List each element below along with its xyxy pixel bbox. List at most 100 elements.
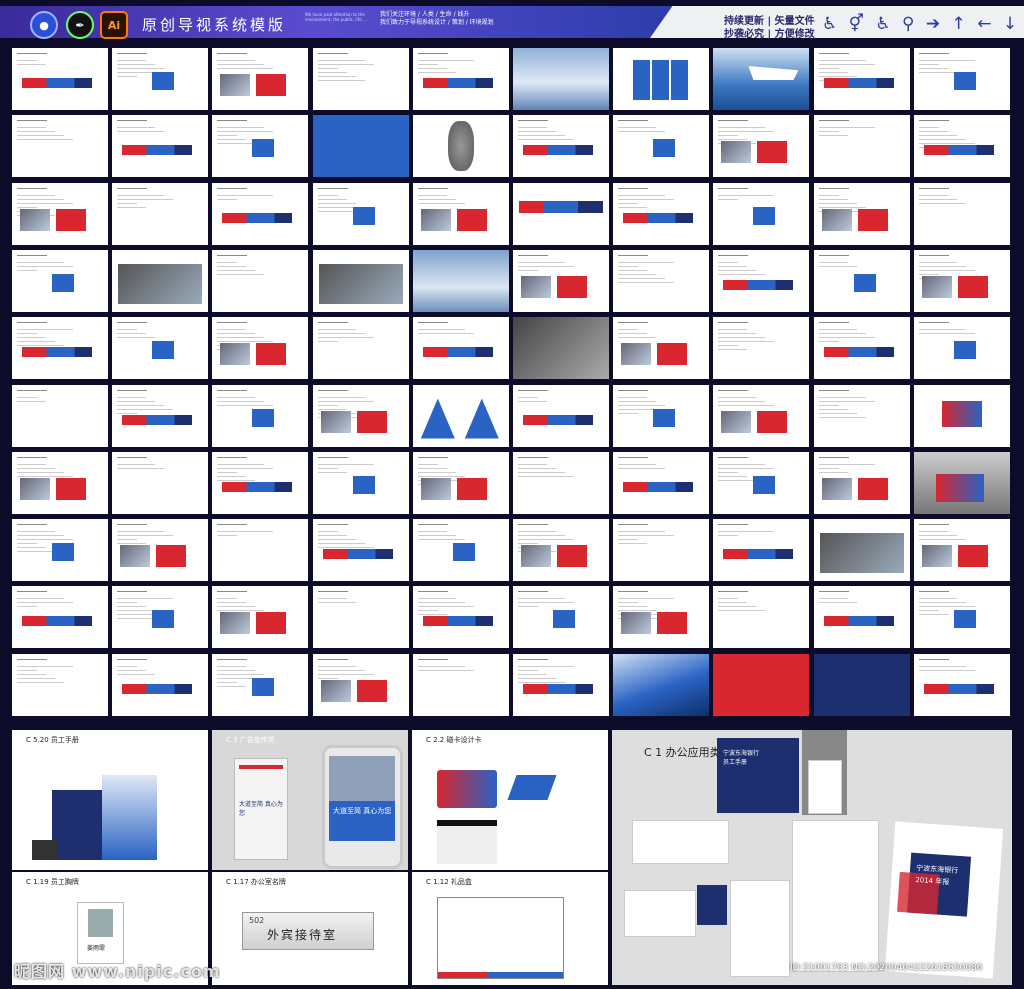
- manual-page-thumbnail: [412, 182, 509, 245]
- manual-page-thumbnail: [813, 249, 910, 312]
- manual-page-thumbnail: [412, 451, 509, 514]
- letterhead: [792, 820, 879, 972]
- header-subtitle-en: We have paid attention to the environmen…: [305, 12, 368, 22]
- panel-caption: C 1.19 员工胸牌: [26, 878, 79, 886]
- manual-page-thumbnail: [212, 653, 309, 716]
- manual-page-thumbnail: [12, 519, 108, 582]
- manual-page-thumbnail: [412, 48, 509, 110]
- manual-page-thumbnail: [312, 249, 409, 312]
- manual-page-thumbnail: [312, 586, 409, 649]
- manual-cover: [52, 790, 102, 860]
- manual-page-thumbnail: [913, 115, 1010, 178]
- manual-page-thumbnail: [312, 384, 409, 447]
- manual-page-thumbnail: [813, 115, 910, 178]
- manual-page-thumbnail: [12, 249, 108, 312]
- panel-caption: C 1.12 礼品盒: [426, 878, 472, 886]
- manual-page-thumbnail: [312, 653, 409, 716]
- manual-page-thumbnail: [613, 653, 710, 716]
- manual-page-thumbnail: [412, 249, 509, 312]
- manual-page-thumbnail: [412, 317, 509, 380]
- manual-page-thumbnail: [913, 249, 1010, 312]
- illustrator-icon: Ai: [100, 11, 128, 39]
- manual-page-thumbnail: [913, 48, 1010, 110]
- manual-page-thumbnail: [713, 115, 810, 178]
- panel-caption: C 1 办公应用类: [644, 746, 721, 759]
- panel-advertising: C 3 广告宣传类 大道至简 真心为您 大道至简 真心为您: [212, 730, 408, 870]
- manual-page-thumbnail: [112, 653, 209, 716]
- panel-caption: C 3 广告宣传类: [226, 736, 275, 744]
- manual-page-thumbnail: [112, 384, 209, 447]
- manual-page-thumbnail: [12, 182, 108, 245]
- manual-page-thumbnail: [513, 586, 609, 649]
- card-perspective: [507, 775, 557, 800]
- lightbox-stand-2: 大道至简 真心为您: [322, 745, 403, 869]
- manual-page-thumbnail: [212, 115, 309, 178]
- manual-page-thumbnail: [112, 48, 209, 110]
- bank-card-front: [437, 770, 497, 808]
- header-subtitle-cn-2: 我们致力于导视系统设计 / 策划 / 环境规划: [380, 19, 494, 26]
- manual-page-thumbnail: [613, 451, 710, 514]
- business-card-2: [697, 885, 727, 925]
- watermark: 昵图网 www.nipic.com: [14, 962, 221, 981]
- manual-page-thumbnail: [513, 48, 609, 110]
- manual-page-thumbnail: [12, 586, 108, 649]
- manual-bank-name: 宁波东海银行: [723, 750, 760, 757]
- panel-staff-manual: C 5.20 员工手册: [12, 730, 208, 870]
- manual-page-thumbnail: [212, 451, 309, 514]
- manual-page-thumbnail: [12, 48, 108, 110]
- manual-page-thumbnail: [913, 182, 1010, 245]
- manual-page-thumbnail: [913, 317, 1010, 380]
- manual-page-thumbnail: [813, 384, 910, 447]
- header-subtitle-cn: 我们关注环境 / 人类 / 生命 / 线升 我们致力于导视系统设计 / 策划 /…: [380, 11, 494, 27]
- manual-page-thumbnail: [613, 249, 710, 312]
- manual-page-thumbnail: [913, 653, 1010, 716]
- manual-title: 员工手册: [723, 759, 748, 766]
- manual-page-thumbnail: [412, 653, 509, 716]
- manual-page-thumbnail: [312, 451, 409, 514]
- manual-page-thumbnail: [913, 384, 1010, 447]
- manual-page-thumbnail: [913, 586, 1010, 649]
- manual-page-thumbnail: [513, 519, 609, 582]
- header-tag-2: 抄袭必究 | 方便修改: [724, 29, 815, 40]
- panel-caption: C 1.17 办公室名牌: [226, 878, 286, 886]
- manual-page-thumbnail: [312, 115, 409, 178]
- manual-page-thumbnail: [412, 519, 509, 582]
- manual-page-thumbnail: [713, 653, 810, 716]
- manual-page-thumbnail: [813, 653, 910, 716]
- manual-page-thumbnail: [212, 317, 309, 380]
- panel-caption: C 5.20 员工手册: [26, 736, 79, 744]
- manual-page-thumbnail: [713, 48, 810, 110]
- manual-page-thumbnail: [913, 519, 1010, 582]
- manual-page-thumbnail: [613, 317, 710, 380]
- panel-office-stationery: C 1 办公应用类 宁波东海银行 员工手册 宁波东海银行 2014 年报: [612, 730, 1012, 985]
- manual-page-thumbnail: [212, 249, 309, 312]
- manual-page-thumbnail: [112, 115, 209, 178]
- manual-page-thumbnail: [813, 451, 910, 514]
- manual-page-thumbnail: [613, 48, 710, 110]
- manual-page-thumbnail: [212, 586, 309, 649]
- envelope-2: [730, 880, 790, 977]
- manual-page-thumbnail: [613, 384, 710, 447]
- lightbox-slogan-2: 大道至简 真心为您: [333, 807, 392, 815]
- manual-page-thumbnail: [713, 182, 810, 245]
- manual-page-thumbnail: [713, 317, 810, 380]
- panel-caption: C 2.2 磁卡设计卡: [426, 736, 482, 744]
- lightbox-slogan: 大道至简 真心为您: [239, 801, 283, 817]
- business-card-1: [624, 890, 696, 937]
- manual-page-thumbnail: [813, 48, 910, 110]
- manual-page-thumbnail: [513, 249, 609, 312]
- manual-page-thumbnail: [312, 317, 409, 380]
- manual-page-thumbnail: [513, 384, 609, 447]
- room-name: 外宾接待室: [267, 928, 338, 942]
- manual-page-thumbnail: [12, 317, 108, 380]
- manual-page-thumbnail: [513, 317, 609, 380]
- manual-page-thumbnail: [412, 586, 509, 649]
- badge-name: 姜雨霏: [87, 945, 106, 952]
- lightbox-stand-1: 大道至简 真心为您: [234, 758, 288, 860]
- room-number: 502: [249, 916, 265, 925]
- manual-page-thumbnail: [913, 451, 1010, 514]
- manual-page-thumbnail: [713, 519, 810, 582]
- manual-page-thumbnail: [12, 115, 108, 178]
- manual-page-thumbnail: [713, 384, 810, 447]
- manual-page-thumbnail: [613, 182, 710, 245]
